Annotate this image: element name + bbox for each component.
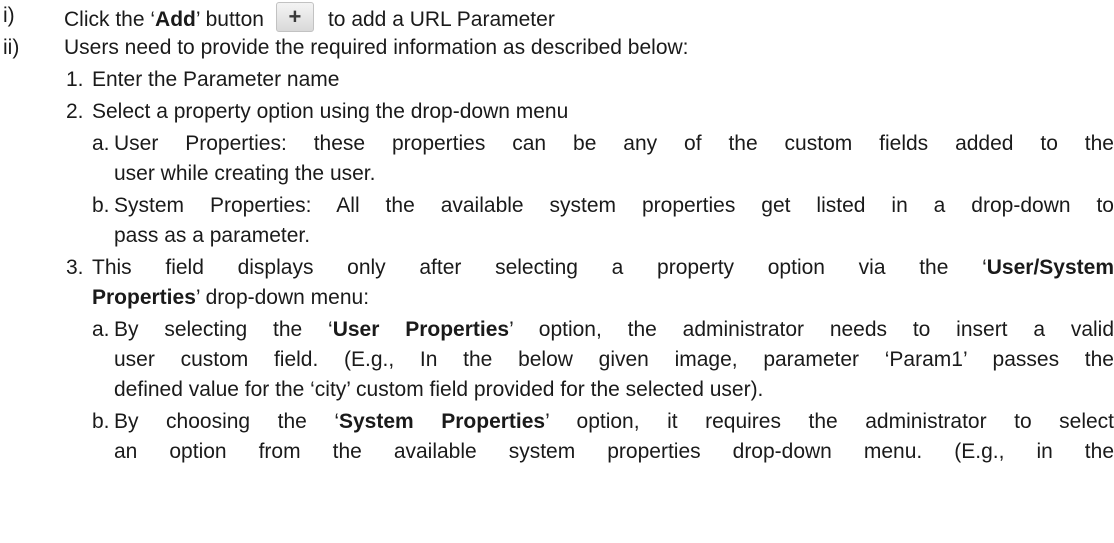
document-page: i) Click the ‘Add’ button + to add a URL P… xyxy=(0,0,1114,543)
list-item-3-label: 3. xyxy=(66,256,84,279)
add-button[interactable]: + xyxy=(275,2,314,32)
list-item-2-label: 2. xyxy=(66,100,84,123)
sub-item-2b-line2: pass as a parameter. xyxy=(114,224,311,247)
list-item-1-text: Enter the Parameter name xyxy=(92,68,340,91)
sub-item-3b-label: b. xyxy=(92,410,110,433)
step-ii-text: Users need to provide the required infor… xyxy=(64,36,689,59)
list-item-3-line1: This field displays only after selecting… xyxy=(92,256,1114,279)
step-i-text: Click the ‘Add’ button + to add a URL Para… xyxy=(64,2,555,32)
list-item-2-text: Select a property option using the drop-… xyxy=(92,100,569,123)
sub-item-3a-line2: user custom field. (E.g., In the below g… xyxy=(114,348,1114,371)
sub-item-2a-line2: user while creating the user. xyxy=(114,162,376,185)
sub-item-3a-line3: defined value for the ‘city’ custom fiel… xyxy=(114,378,764,401)
sub-item-2a-label: a. xyxy=(92,132,110,155)
step-ii-label: ii) xyxy=(3,36,20,59)
step-i-label: i) xyxy=(3,4,15,27)
sub-item-2a-line1: User Properties: these properties can be… xyxy=(114,132,1114,155)
plus-icon: + xyxy=(288,4,302,29)
list-item-1-label: 1. xyxy=(66,68,84,91)
sub-item-3b-line1: By choosing the ‘System Properties’ opti… xyxy=(114,410,1114,433)
sub-item-3a-line1: By selecting the ‘User Properties’ optio… xyxy=(114,318,1114,341)
add-keyword: Add xyxy=(155,8,196,31)
list-item-3-line2: Properties’ drop-down menu: xyxy=(92,286,370,309)
sub-item-3a-label: a. xyxy=(92,318,110,341)
sub-item-2b-line1: System Properties: All the available sys… xyxy=(114,194,1114,217)
sub-item-3b-line2: an option from the available system prop… xyxy=(114,440,1114,463)
sub-item-2b-label: b. xyxy=(92,194,110,217)
